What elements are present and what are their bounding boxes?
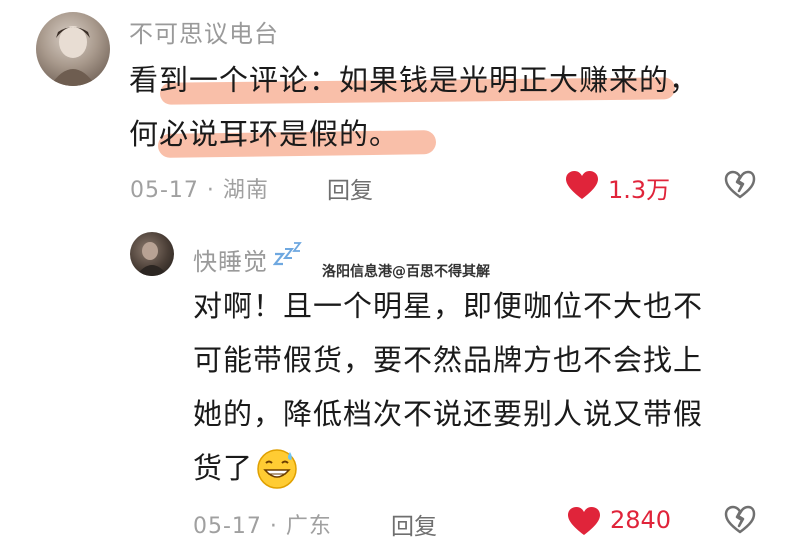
reply-date-location: 05-17 · 广东 bbox=[193, 514, 332, 539]
broken-heart-icon[interactable] bbox=[724, 170, 756, 200]
heart-icon bbox=[566, 171, 598, 199]
comment-text-line: 何必说耳环是假的。 bbox=[129, 117, 400, 151]
comment-date-location: 05-17 · 湖南 bbox=[130, 178, 269, 203]
reply-text-line: 可能带假货，要不然品牌方也不会找上 bbox=[193, 343, 704, 377]
avatar-image bbox=[50, 26, 96, 86]
watermark: 洛阳信息港@百思不得其解 bbox=[322, 264, 490, 280]
avatar-image bbox=[136, 242, 168, 276]
reply-text-line: 她的，降低档次不说还要别人说又带假 bbox=[193, 397, 704, 431]
avatar[interactable] bbox=[36, 12, 110, 86]
zzz-icon bbox=[273, 242, 302, 266]
reply-text-line: 货了 bbox=[193, 451, 254, 485]
like-count: 1.3万 bbox=[608, 176, 671, 204]
comment-username[interactable]: 不可思议电台 bbox=[129, 14, 279, 49]
reply-text-line: 对啊！且一个明星，即便咖位不大也不 bbox=[193, 289, 704, 323]
like-button[interactable]: 2840 bbox=[568, 505, 678, 537]
broken-heart-icon[interactable] bbox=[724, 505, 756, 535]
reply-button[interactable]: 回复 bbox=[391, 507, 437, 541]
reply-button[interactable]: 回复 bbox=[327, 171, 373, 205]
like-button[interactable]: 1.3万 bbox=[566, 170, 676, 204]
comment-text-line: 看到一个评论：如果钱是光明正大赚来的， bbox=[129, 63, 700, 97]
avatar[interactable] bbox=[130, 232, 174, 276]
grin-sweat-emoji bbox=[257, 449, 297, 489]
heart-icon bbox=[568, 507, 600, 535]
like-count: 2840 bbox=[610, 506, 672, 534]
reply-username[interactable]: 快睡觉 bbox=[193, 242, 268, 277]
